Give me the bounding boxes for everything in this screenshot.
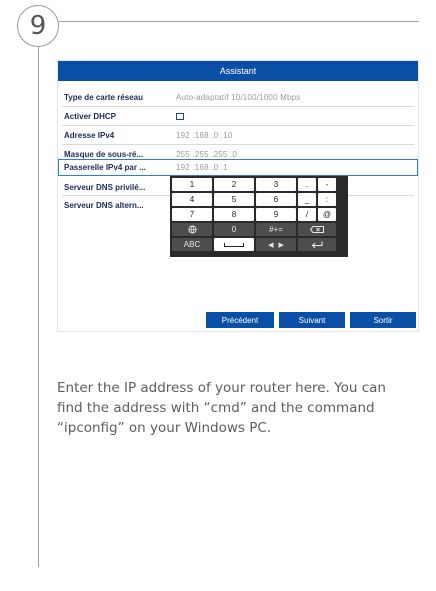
step-caption: Enter the IP address of your router here… — [57, 380, 386, 436]
field-enable-dhcp: Activer DHCP — [58, 107, 418, 125]
previous-button-label: Précédent — [221, 315, 259, 325]
subnet-mask-input[interactable]: 255 .255 .255 .0 — [176, 150, 237, 159]
network-card-type-value[interactable]: Auto-adaptatif 10/100/1000 Mbps — [176, 93, 301, 102]
key-underscore[interactable]: _ — [298, 193, 316, 206]
arrow-keys: ◀ ▶ — [256, 238, 296, 251]
step-vertical-line — [38, 47, 39, 567]
key-symbols[interactable]: #+= — [256, 223, 296, 236]
backspace-key-icon[interactable] — [298, 223, 336, 236]
arrow-right-icon[interactable]: ▶ — [279, 241, 284, 249]
field-label: Adresse IPv4 — [64, 130, 115, 140]
exit-button[interactable]: Sortir — [350, 312, 416, 328]
key-6[interactable]: 6 — [256, 193, 296, 206]
globe-key-icon[interactable] — [172, 223, 212, 236]
enter-key-icon[interactable] — [298, 238, 336, 251]
field-label: Masque de sous-ré... — [64, 149, 144, 159]
arrow-left-icon[interactable]: ◀ — [268, 241, 273, 249]
key-2[interactable]: 2 — [214, 178, 254, 191]
dhcp-checkbox[interactable] — [176, 112, 184, 120]
key-1[interactable]: 1 — [172, 178, 212, 191]
gateway-input[interactable]: 192 .168 .0 .1 — [176, 163, 228, 172]
field-label: Type de carte réseau — [64, 92, 144, 102]
on-screen-keyboard: 1 2 3 . - 4 5 6 _ : 7 8 9 / @ 0 #+= ABC … — [170, 176, 348, 257]
key-at[interactable]: @ — [318, 208, 336, 221]
key-dash[interactable]: - — [318, 178, 336, 191]
field-label: Serveur DNS privilé... — [64, 182, 146, 192]
key-8[interactable]: 8 — [214, 208, 254, 221]
key-abc[interactable]: ABC — [172, 238, 212, 251]
key-5[interactable]: 5 — [214, 193, 254, 206]
key-7[interactable]: 7 — [172, 208, 212, 221]
previous-button[interactable]: Précédent — [206, 312, 274, 328]
key-4[interactable]: 4 — [172, 193, 212, 206]
key-3[interactable]: 3 — [256, 178, 296, 191]
field-label: Activer DHCP — [64, 111, 117, 121]
key-dot[interactable]: . — [298, 178, 316, 191]
key-9[interactable]: 9 — [256, 208, 296, 221]
field-ipv4-address: Adresse IPv4 192 .168 .0 .10 — [58, 126, 418, 144]
field-label: Serveur DNS altern... — [64, 200, 144, 210]
wizard-title: Assistant — [219, 66, 257, 76]
key-slash[interactable]: / — [298, 208, 316, 221]
setup-wizard-screen: Assistant Type de carte réseau Auto-adap… — [57, 60, 419, 332]
next-button[interactable]: Suivant — [279, 312, 345, 328]
step-number: 9 — [29, 11, 47, 41]
exit-button-label: Sortir — [373, 315, 393, 325]
field-ipv4-gateway: Passerelle IPv4 par ... 192 .168 .0 .1 — [58, 159, 418, 176]
wizard-titlebar: Assistant — [58, 61, 418, 81]
key-colon[interactable]: : — [318, 193, 336, 206]
step-number-badge: 9 — [17, 5, 59, 47]
header-divider — [59, 21, 419, 22]
field-network-card-type: Type de carte réseau Auto-adaptatif 10/1… — [58, 88, 418, 106]
space-key-icon[interactable] — [214, 238, 254, 251]
field-label: Passerelle IPv4 par ... — [64, 163, 146, 172]
ipv4-address-input[interactable]: 192 .168 .0 .10 — [176, 131, 232, 140]
next-button-label: Suivant — [298, 315, 326, 325]
key-0[interactable]: 0 — [214, 223, 254, 236]
